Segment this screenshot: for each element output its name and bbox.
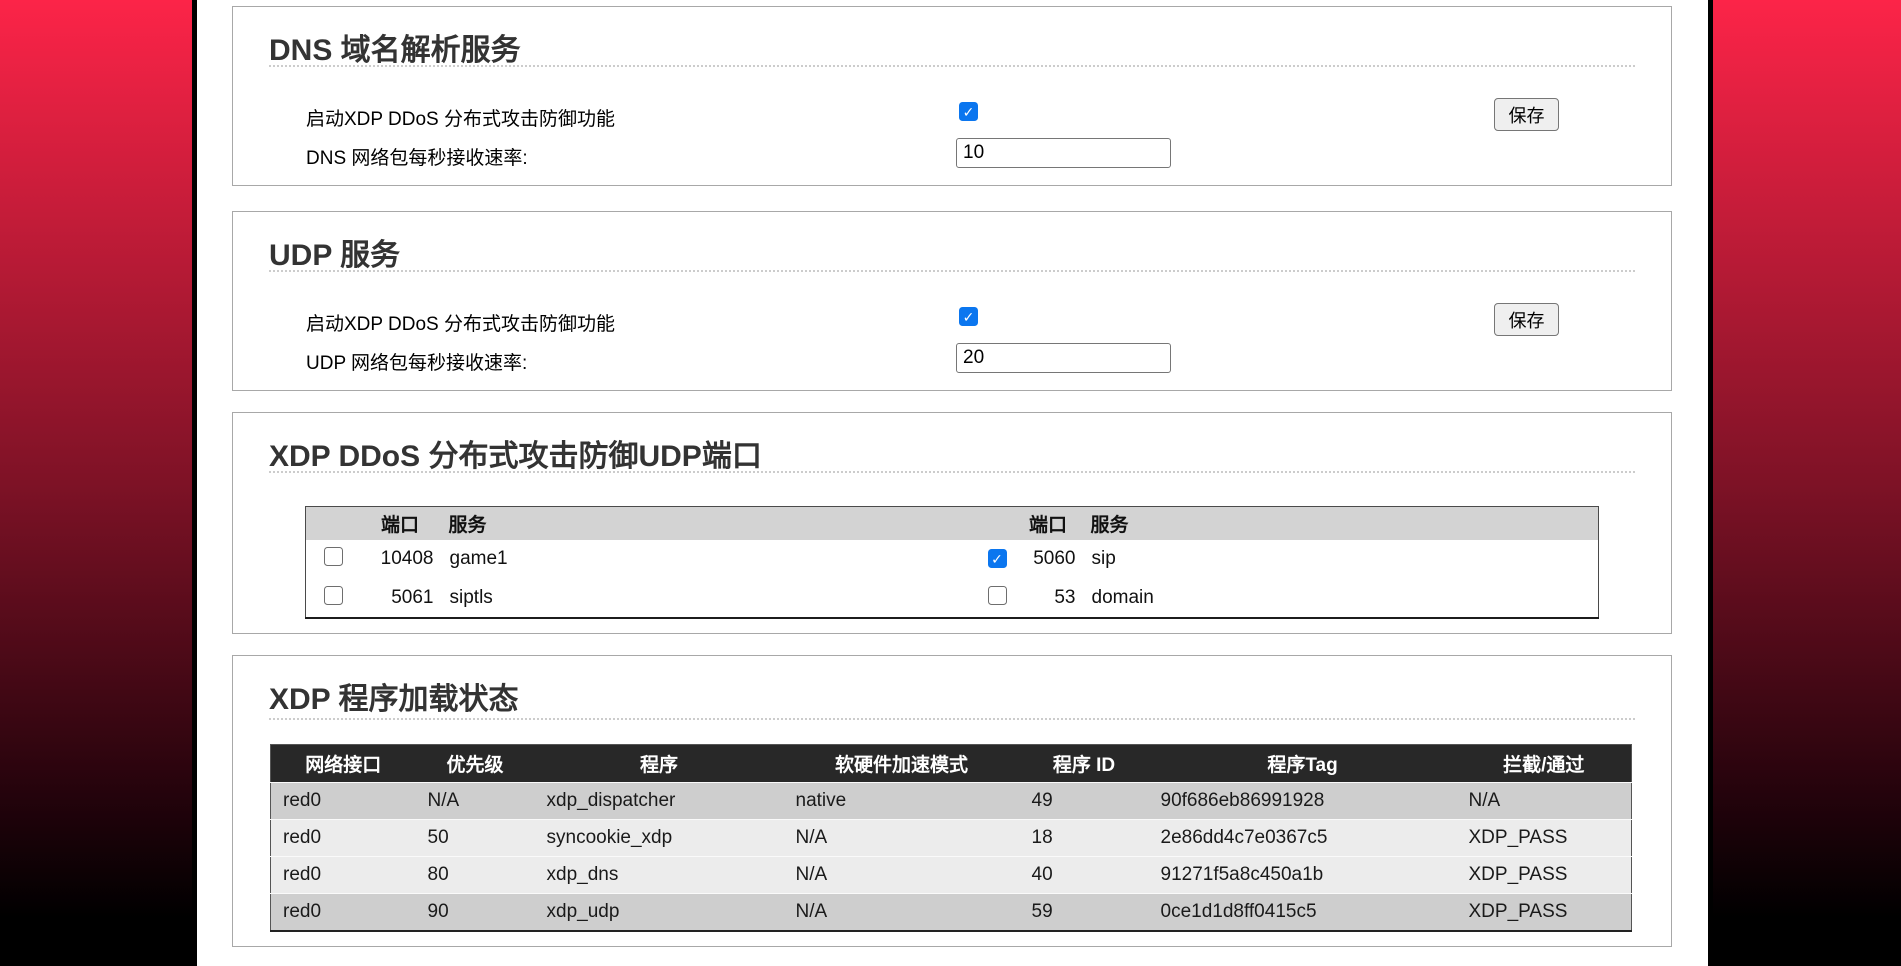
interface-cell: red0 <box>271 783 416 820</box>
action-cell: XDP_PASS <box>1457 894 1632 931</box>
divider <box>269 718 1635 720</box>
divider <box>269 65 1635 67</box>
dns-rate-label: DNS 网络包每秒接收速率: <box>306 143 528 170</box>
program-tag-cell: 0ce1d1d8ff0415c5 <box>1149 894 1457 931</box>
port-value: 5061 <box>362 579 439 618</box>
udp-enable-label: 启动XDP DDoS 分布式攻击防御功能 <box>306 309 615 336</box>
divider <box>269 471 1635 473</box>
service-value: sip <box>1081 540 1599 579</box>
port-column-header: 端口 <box>362 507 439 540</box>
priority-column-header: 优先级 <box>416 745 535 783</box>
program-id-cell: 40 <box>1020 857 1149 894</box>
port-checkbox-game1[interactable] <box>324 547 343 566</box>
action-cell: N/A <box>1457 783 1632 820</box>
program-cell: xdp_udp <box>535 894 784 931</box>
program-cell: syncookie_xdp <box>535 820 784 857</box>
udp-ports-table: 端口 服务 端口 服务 10408 game1 5060 sip <box>305 506 1599 619</box>
priority-cell: 50 <box>416 820 535 857</box>
checkbox-column-header <box>306 507 362 540</box>
interface-cell: red0 <box>271 820 416 857</box>
port-checkbox-domain[interactable] <box>988 586 1007 605</box>
service-value: game1 <box>439 540 979 579</box>
xdp-status-panel: XDP 程序加载状态 网络接口 优先级 程序 软硬件加速模式 程序 ID 程序T… <box>232 655 1672 947</box>
udp-ports-panel: XDP DDoS 分布式攻击防御UDP端口 端口 服务 端口 服务 <box>232 412 1672 634</box>
udp-save-button[interactable]: 保存 <box>1494 303 1559 336</box>
udp-section-title: UDP 服务 <box>269 230 400 274</box>
accel-mode-cell: native <box>784 783 1020 820</box>
program-id-cell: 49 <box>1020 783 1149 820</box>
port-checkbox-siptls[interactable] <box>324 586 343 605</box>
ports-row: 10408 game1 5060 sip <box>306 540 1599 579</box>
status-row: red0 N/A xdp_dispatcher native 49 90f686… <box>271 783 1632 820</box>
priority-cell: 90 <box>416 894 535 931</box>
action-cell: XDP_PASS <box>1457 820 1632 857</box>
program-column-header: 程序 <box>535 745 784 783</box>
xdp-status-table: 网络接口 优先级 程序 软硬件加速模式 程序 ID 程序Tag 拦截/通过 re… <box>270 744 1632 932</box>
dns-section-title: DNS 域名解析服务 <box>269 25 521 69</box>
ports-section-title: XDP DDoS 分布式攻击防御UDP端口 <box>269 431 762 475</box>
service-column-header: 服务 <box>439 507 979 540</box>
udp-rate-label: UDP 网络包每秒接收速率: <box>306 348 527 375</box>
dns-save-button[interactable]: 保存 <box>1494 98 1559 131</box>
interface-column-header: 网络接口 <box>271 745 416 783</box>
content-area: DNS 域名解析服务 启动XDP DDoS 分布式攻击防御功能 DNS 网络包每… <box>197 0 1708 966</box>
priority-cell: N/A <box>416 783 535 820</box>
udp-service-panel: UDP 服务 启动XDP DDoS 分布式攻击防御功能 UDP 网络包每秒接收速… <box>232 211 1672 391</box>
background-gradient-left <box>0 0 192 966</box>
program-tag-cell: 90f686eb86991928 <box>1149 783 1457 820</box>
service-column-header: 服务 <box>1081 507 1599 540</box>
port-value: 10408 <box>362 540 439 579</box>
port-value: 53 <box>1016 579 1081 618</box>
port-checkbox-sip[interactable] <box>988 549 1007 568</box>
checkbox-column-header <box>979 507 1016 540</box>
accel-mode-cell: N/A <box>784 894 1020 931</box>
udp-rate-input[interactable] <box>956 343 1171 373</box>
status-row: red0 50 syncookie_xdp N/A 18 2e86dd4c7e0… <box>271 820 1632 857</box>
accel-mode-cell: N/A <box>784 820 1020 857</box>
ports-header-row: 端口 服务 端口 服务 <box>306 507 1599 540</box>
interface-cell: red0 <box>271 857 416 894</box>
program-id-cell: 59 <box>1020 894 1149 931</box>
action-cell: XDP_PASS <box>1457 857 1632 894</box>
service-value: siptls <box>439 579 979 618</box>
accel-mode-cell: N/A <box>784 857 1020 894</box>
status-row: red0 80 xdp_dns N/A 40 91271f5a8c450a1b … <box>271 857 1632 894</box>
program-id-cell: 18 <box>1020 820 1149 857</box>
program-cell: xdp_dns <box>535 857 784 894</box>
port-value: 5060 <box>1016 540 1081 579</box>
program-tag-cell: 91271f5a8c450a1b <box>1149 857 1457 894</box>
program-tag-cell: 2e86dd4c7e0367c5 <box>1149 820 1457 857</box>
program-cell: xdp_dispatcher <box>535 783 784 820</box>
accel-mode-column-header: 软硬件加速模式 <box>784 745 1020 783</box>
udp-enable-checkbox[interactable] <box>959 307 978 326</box>
priority-cell: 80 <box>416 857 535 894</box>
port-column-header: 端口 <box>1016 507 1081 540</box>
ports-row: 5061 siptls 53 domain <box>306 579 1599 618</box>
background-gradient-right <box>1713 0 1901 966</box>
interface-cell: red0 <box>271 894 416 931</box>
dns-rate-input[interactable] <box>956 138 1171 168</box>
program-tag-column-header: 程序Tag <box>1149 745 1457 783</box>
action-column-header: 拦截/通过 <box>1457 745 1632 783</box>
divider <box>269 270 1635 272</box>
status-header-row: 网络接口 优先级 程序 软硬件加速模式 程序 ID 程序Tag 拦截/通过 <box>271 745 1632 783</box>
dns-service-panel: DNS 域名解析服务 启动XDP DDoS 分布式攻击防御功能 DNS 网络包每… <box>232 6 1672 186</box>
status-row: red0 90 xdp_udp N/A 59 0ce1d1d8ff0415c5 … <box>271 894 1632 931</box>
program-id-column-header: 程序 ID <box>1020 745 1149 783</box>
service-value: domain <box>1081 579 1599 618</box>
status-section-title: XDP 程序加载状态 <box>269 674 518 718</box>
dns-enable-checkbox[interactable] <box>959 102 978 121</box>
dns-enable-label: 启动XDP DDoS 分布式攻击防御功能 <box>306 104 615 131</box>
